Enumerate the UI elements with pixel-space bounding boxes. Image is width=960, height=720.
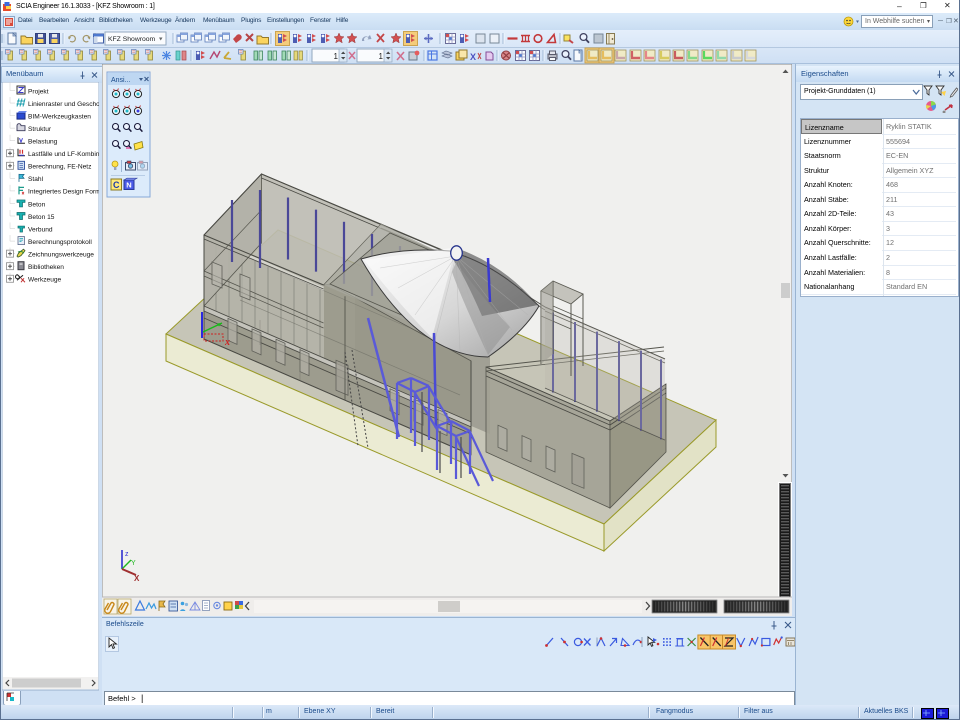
- svg-text:Beton 15: Beton 15: [28, 214, 55, 221]
- svg-text:X: X: [134, 574, 140, 583]
- svg-text:Belastung: Belastung: [28, 139, 58, 146]
- svg-text:Y: Y: [131, 560, 136, 567]
- svg-text:Zeichnungswerkzeuge: Zeichnungswerkzeuge: [28, 251, 94, 258]
- svg-text:Stahl: Stahl: [28, 176, 44, 183]
- svg-text:Linienraster und Geschosse: Linienraster und Geschosse: [28, 101, 99, 108]
- svg-text:Beton: Beton: [28, 201, 46, 208]
- svg-text:Projekt: Projekt: [28, 88, 49, 95]
- svg-text:C: C: [113, 180, 120, 190]
- svg-text:Struktur: Struktur: [28, 126, 52, 133]
- svg-text:Integriertes Design Forms: Integriertes Design Forms: [28, 189, 99, 196]
- svg-text:x: x: [224, 337, 230, 348]
- svg-text:Bibliotheken: Bibliotheken: [28, 264, 64, 271]
- svg-text:1: 1: [379, 52, 384, 61]
- svg-text:BIM-Werkzeugkasten: BIM-Werkzeugkasten: [28, 113, 91, 120]
- svg-text:Verbund: Verbund: [28, 226, 53, 233]
- svg-text:1: 1: [334, 52, 339, 61]
- svg-text:X: X: [470, 52, 476, 62]
- svg-text:Werkzeuge: Werkzeuge: [28, 277, 62, 284]
- svg-text:KFZ Showroom: KFZ Showroom: [108, 36, 156, 43]
- svg-text:Ansi...: Ansi...: [111, 77, 131, 84]
- svg-text:z: z: [125, 551, 129, 558]
- svg-text:Lastfälle und LF-Kombinatio: Lastfälle und LF-Kombinatio: [28, 151, 99, 158]
- svg-text:Berechnungsprotokoll: Berechnungsprotokoll: [28, 239, 92, 246]
- svg-text:Berechnung, FE-Netz: Berechnung, FE-Netz: [28, 164, 91, 171]
- svg-text:N: N: [126, 181, 131, 190]
